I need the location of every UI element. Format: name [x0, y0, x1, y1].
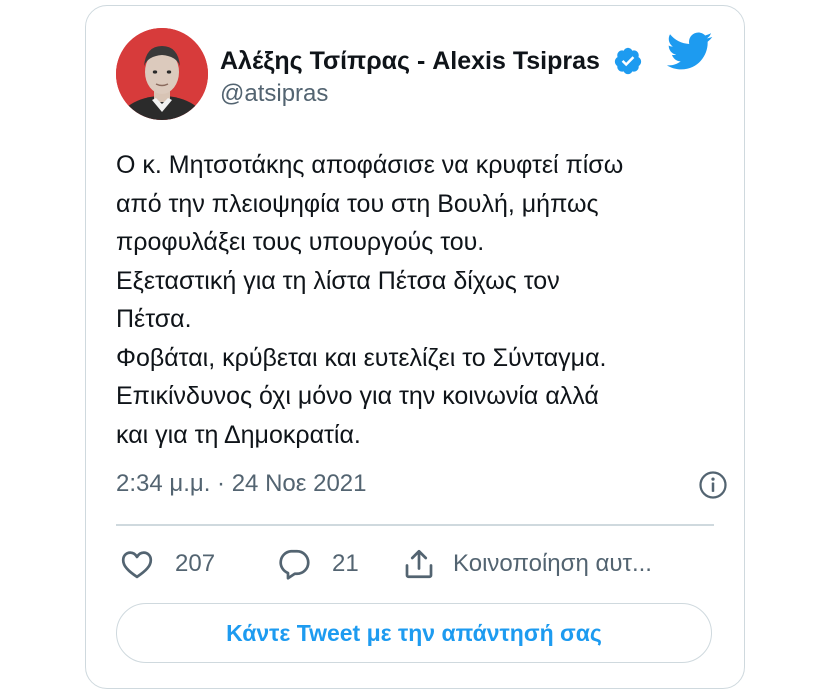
verified-badge-icon [614, 47, 642, 75]
avatar[interactable] [116, 28, 208, 120]
tweet-text-line: Πέτσα. [116, 305, 192, 333]
tweet-meta-row: 2:34 μ.μ. · 24 Νοε 2021 [116, 464, 727, 504]
tweet-timestamp[interactable]: 2:34 μ.μ. · 24 Νοε 2021 [116, 470, 367, 498]
tweet-text: Ο κ. Μητσοτάκης αποφάσισε να κρυφτεί πίσ… [116, 146, 726, 454]
tweet-header: Αλέξης Τσίπρας - Alexis Tsipras @atsipra… [116, 28, 716, 123]
tweet-text-line: Φοβάται, κρύβεται και ευτελίζει το Σύντα… [116, 343, 607, 372]
comment-icon [279, 549, 310, 580]
tweet-text-line: από την πλειοψηφία του στη Βουλή, μήπως [116, 189, 599, 218]
reply-button[interactable]: 21 [276, 541, 359, 587]
reply-tweet-button[interactable]: Κάντε Tweet με την απάντησή σας [116, 603, 712, 663]
tweet-actions: 207 21 Κοινοποίηση αυτ... [116, 541, 716, 587]
like-count: 207 [175, 550, 216, 577]
heart-icon [121, 551, 153, 579]
like-button[interactable]: 207 [119, 541, 215, 587]
tweet-text-line: και για τη Δημοκρατία. [116, 420, 361, 449]
share-label: Κοινοποίηση αυτ... [453, 550, 652, 577]
reply-count: 21 [332, 550, 359, 577]
author-name-row[interactable]: Αλέξης Τσίπρας - Alexis Tsipras [220, 46, 643, 76]
tweet-text-line: Εξεταστική για τη λίστα Πέτσα δίχως τον [116, 266, 560, 295]
info-icon[interactable] [698, 470, 728, 500]
author-handle[interactable]: @atsipras [220, 80, 328, 108]
share-icon [405, 549, 433, 579]
share-button[interactable]: Κοινοποίηση αυτ... [401, 541, 652, 587]
person-avatar-icon [116, 28, 208, 120]
tweet-text-line: Ο κ. Μητσοτάκης αποφάσισε να κρυφτεί πίσ… [116, 151, 624, 179]
author-display-name[interactable]: Αλέξης Τσίπρας - Alexis Tsipras [220, 47, 608, 76]
tweet-text-line: Επικίνδυνος όχι μόνο για την κοινωνία αλ… [116, 382, 599, 410]
divider [116, 524, 714, 526]
twitter-bird-icon[interactable] [665, 31, 713, 71]
tweet-text-line: προφυλάξει τους υπουργούς του. [116, 228, 485, 256]
tweet-card: Αλέξης Τσίπρας - Alexis Tsipras @atsipra… [85, 5, 745, 689]
